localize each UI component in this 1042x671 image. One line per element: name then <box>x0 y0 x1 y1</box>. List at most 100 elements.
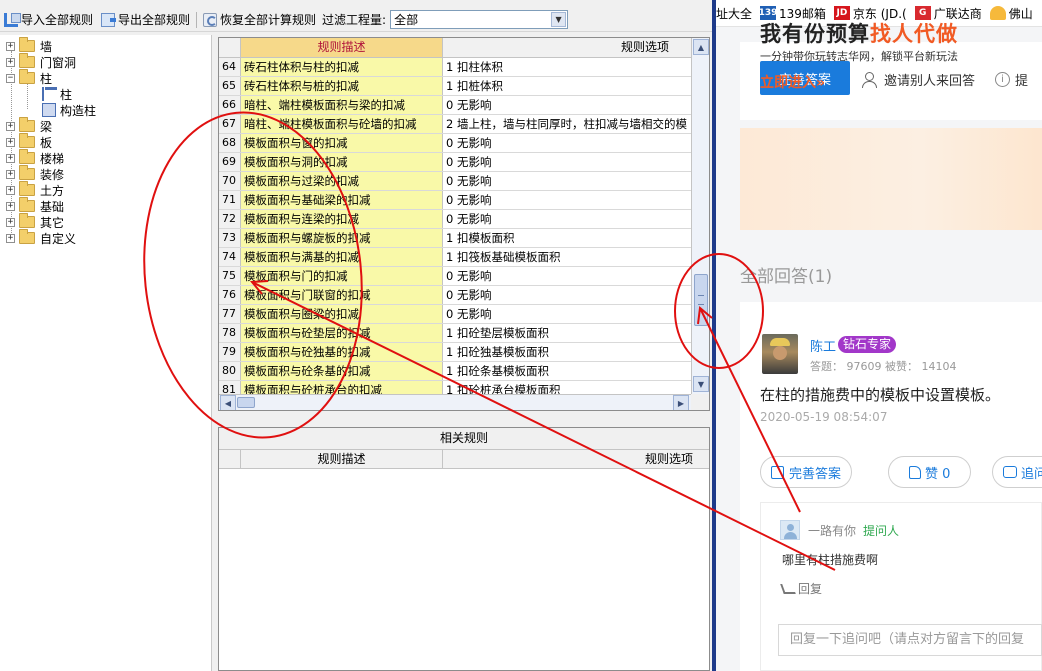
tree-node-stairs[interactable]: + 楼梯 <box>6 149 64 166</box>
rule-description-cell[interactable]: 模板面积与砼条基的扣减 <box>241 362 443 380</box>
tree-node-openings[interactable]: + 门窗洞 <box>6 53 76 70</box>
promo-banner[interactable] <box>740 128 1042 230</box>
grid-header-desc[interactable]: 规则描述 <box>241 38 443 57</box>
rule-description-cell[interactable]: 模板面积与窗的扣减 <box>241 134 443 152</box>
rule-option-cell[interactable]: 1 扣筏板基础模板面积 <box>443 248 691 266</box>
import-rules-button[interactable]: 导入全部规则 <box>0 9 97 31</box>
rule-option-cell[interactable]: 1 扣砼垫层模板面积 <box>443 324 691 342</box>
expand-icon[interactable]: + <box>6 57 15 67</box>
rule-option-cell[interactable]: 2 墙上柱，墙与柱同厚时，柱扣减与墙相交的模 <box>443 115 691 133</box>
answerer-name[interactable]: 陈工 <box>810 336 836 355</box>
rule-description-cell[interactable]: 模板面积与连梁的扣减 <box>241 210 443 228</box>
rule-description-cell[interactable]: 模板面积与圈梁的扣减 <box>241 305 443 323</box>
scroll-down-icon[interactable]: ▼ <box>693 376 709 392</box>
followup-button[interactable]: 追问 <box>992 456 1042 488</box>
table-row[interactable]: 74 模板面积与满基的扣减 1 扣筏板基础模板面积 <box>219 248 691 267</box>
rule-option-cell[interactable]: 0 无影响 <box>443 134 691 152</box>
expand-icon[interactable]: + <box>6 217 15 227</box>
rule-option-cell[interactable]: 1 扣砼桩承台模板面积 <box>443 381 691 394</box>
tree-node-earthwork[interactable]: + 土方 <box>6 181 64 198</box>
expand-icon[interactable]: + <box>6 169 15 179</box>
table-row[interactable]: 76 模板面积与门联窗的扣减 0 无影响 <box>219 286 691 305</box>
table-row[interactable]: 79 模板面积与砼独基的扣减 1 扣砼独基模板面积 <box>219 343 691 362</box>
vertical-scrollbar[interactable]: ▲ ▼ <box>691 38 709 394</box>
scroll-up-icon[interactable]: ▲ <box>693 39 709 55</box>
tree-node-column[interactable]: − 柱 <box>6 69 52 86</box>
tree-node-custom[interactable]: + 自定义 <box>6 229 76 246</box>
chevron-down-icon[interactable]: ▼ <box>551 12 567 27</box>
rule-option-cell[interactable]: 0 无影响 <box>443 96 691 114</box>
table-row[interactable]: 72 模板面积与连梁的扣减 0 无影响 <box>219 210 691 229</box>
expand-icon[interactable]: + <box>6 153 15 163</box>
rule-option-cell[interactable]: 0 无影响 <box>443 267 691 285</box>
rule-option-cell[interactable]: 0 无影响 <box>443 172 691 190</box>
scroll-right-icon[interactable]: ▶ <box>673 395 689 410</box>
table-row[interactable]: 77 模板面积与圈梁的扣减 0 无影响 <box>219 305 691 324</box>
rule-description-cell[interactable]: 暗柱、端柱模板面积与梁的扣减 <box>241 96 443 114</box>
table-row[interactable]: 67 暗柱、端柱模板面积与砼墙的扣减 2 墙上柱，墙与柱同厚时，柱扣减与墙相交的模 <box>219 115 691 134</box>
rule-description-cell[interactable]: 模板面积与砼独基的扣减 <box>241 343 443 361</box>
bookmark-foshan[interactable]: 佛山 <box>989 5 1033 22</box>
rule-description-cell[interactable]: 砖石柱体积与柱的扣减 <box>241 58 443 76</box>
tree-node-struct-column[interactable]: 构造柱 <box>42 102 96 118</box>
table-row[interactable]: 80 模板面积与砼条基的扣减 1 扣砼条基模板面积 <box>219 362 691 381</box>
restore-rules-button[interactable]: 恢复全部计算规则 <box>199 9 320 31</box>
rule-description-cell[interactable]: 模板面积与洞的扣减 <box>241 153 443 171</box>
table-row[interactable]: 75 模板面积与门的扣减 0 无影响 <box>219 267 691 286</box>
tree-node-slab[interactable]: + 板 <box>6 133 52 150</box>
table-row[interactable]: 70 模板面积与过梁的扣减 0 无影响 <box>219 172 691 191</box>
tree-node-beam[interactable]: + 梁 <box>6 117 52 134</box>
hscrollbar-thumb[interactable] <box>237 397 255 408</box>
table-row[interactable]: 81 模板面积与砼桩承台的扣减 1 扣砼桩承台模板面积 <box>219 381 691 394</box>
asker-name[interactable]: 一路有你 <box>808 522 856 539</box>
invite-answer-link[interactable]: 邀请别人来回答 i 提 <box>862 70 1028 89</box>
grid-header-option[interactable]: 规则选项 <box>443 38 691 57</box>
ask-label[interactable]: 提 <box>1015 70 1028 89</box>
rule-option-cell[interactable]: 0 无影响 <box>443 191 691 209</box>
rule-option-cell[interactable]: 1 扣柱体积 <box>443 58 691 76</box>
reply-link[interactable]: 回复 <box>780 580 822 597</box>
table-row[interactable]: 71 模板面积与基础梁的扣减 0 无影响 <box>219 191 691 210</box>
rule-option-cell[interactable]: 1 扣砼独基模板面积 <box>443 343 691 361</box>
table-row[interactable]: 64 砖石柱体积与柱的扣减 1 扣柱体积 <box>219 58 691 77</box>
improve-answer-pill[interactable]: 完善答案 <box>760 456 853 488</box>
scroll-left-icon[interactable]: ◀ <box>220 395 236 410</box>
expand-icon[interactable]: + <box>6 137 15 147</box>
horizontal-scrollbar[interactable]: ◀ ▶ <box>219 394 691 410</box>
rule-description-cell[interactable]: 模板面积与砼垫层的扣减 <box>241 324 443 342</box>
table-row[interactable]: 66 暗柱、端柱模板面积与梁的扣减 0 无影响 <box>219 96 691 115</box>
tree-node-wall[interactable]: + 墙 <box>6 37 52 54</box>
tree-node-decoration[interactable]: + 装修 <box>6 165 64 182</box>
table-row[interactable]: 69 模板面积与洞的扣减 0 无影响 <box>219 153 691 172</box>
rule-option-cell[interactable]: 0 无影响 <box>443 153 691 171</box>
tree-node-other[interactable]: + 其它 <box>6 213 64 230</box>
rule-description-cell[interactable]: 模板面积与过梁的扣减 <box>241 172 443 190</box>
rule-option-cell[interactable]: 1 扣砼条基模板面积 <box>443 362 691 380</box>
rule-option-cell[interactable]: 1 扣桩体积 <box>443 77 691 95</box>
like-button[interactable]: 赞 0 <box>888 456 972 488</box>
collapse-icon[interactable]: − <box>6 73 15 83</box>
rule-description-cell[interactable]: 模板面积与满基的扣减 <box>241 248 443 266</box>
rule-option-cell[interactable]: 0 无影响 <box>443 305 691 323</box>
expand-icon[interactable]: + <box>6 121 15 131</box>
rule-description-cell[interactable]: 模板面积与螺旋板的扣减 <box>241 229 443 247</box>
related-header-option[interactable]: 规则选项 <box>443 450 709 468</box>
rule-description-cell[interactable]: 暗柱、端柱模板面积与砼墙的扣减 <box>241 115 443 133</box>
rule-description-cell[interactable]: 模板面积与门的扣减 <box>241 267 443 285</box>
rule-option-cell[interactable]: 1 扣模板面积 <box>443 229 691 247</box>
table-row[interactable]: 78 模板面积与砼垫层的扣减 1 扣砼垫层模板面积 <box>219 324 691 343</box>
rule-description-cell[interactable]: 砖石柱体积与桩的扣减 <box>241 77 443 95</box>
tree-node-foundation[interactable]: + 基础 <box>6 197 64 214</box>
related-header-desc[interactable]: 规则描述 <box>241 450 443 468</box>
table-row[interactable]: 73 模板面积与螺旋板的扣减 1 扣模板面积 <box>219 229 691 248</box>
table-row[interactable]: 65 砖石柱体积与桩的扣减 1 扣桩体积 <box>219 77 691 96</box>
reply-input[interactable]: 回复一下追问吧（请点对方留言下的回复 <box>778 624 1042 656</box>
avatar[interactable] <box>762 334 798 374</box>
banner-enter-link[interactable]: 立即进入» <box>760 72 825 92</box>
bookmark-address-book[interactable]: 址大全 <box>716 5 752 22</box>
export-rules-button[interactable]: 导出全部规则 <box>97 9 194 31</box>
table-row[interactable]: 68 模板面积与窗的扣减 0 无影响 <box>219 134 691 153</box>
rule-description-cell[interactable]: 模板面积与基础梁的扣减 <box>241 191 443 209</box>
tree-node-column-child[interactable]: 柱 <box>42 85 73 103</box>
rule-description-cell[interactable]: 模板面积与砼桩承台的扣减 <box>241 381 443 394</box>
